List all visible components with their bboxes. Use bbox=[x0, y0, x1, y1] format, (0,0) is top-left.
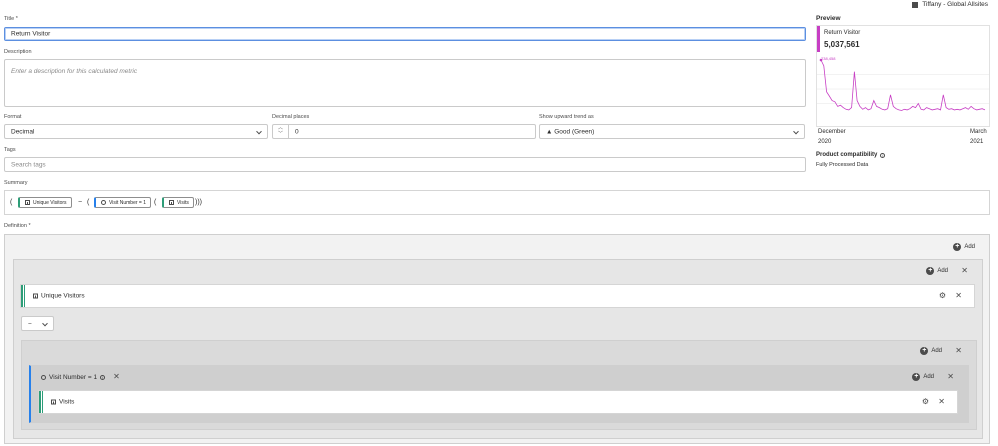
close-icon[interactable]: ✕ bbox=[938, 398, 945, 406]
metric-stripe bbox=[21, 285, 23, 307]
gear-icon[interactable]: ⚙ bbox=[939, 292, 946, 300]
tags-input[interactable]: Search tags bbox=[4, 157, 806, 172]
decimal-places-value: 0 bbox=[295, 128, 299, 135]
description-textarea[interactable]: Enter a description for this calculated … bbox=[4, 59, 806, 107]
segment-icon bbox=[101, 200, 106, 205]
close-icon[interactable]: ✕ bbox=[961, 267, 968, 275]
plus-circle-icon: + bbox=[912, 373, 921, 381]
plus-circle-icon: + bbox=[926, 267, 935, 275]
summary-label: Summary bbox=[4, 180, 28, 186]
info-icon[interactable]: i bbox=[100, 374, 106, 380]
preview-label: Preview bbox=[816, 15, 841, 22]
preview-metric-name: Return Visitor bbox=[824, 30, 861, 36]
preview-series-line bbox=[820, 59, 986, 111]
operator-value: − bbox=[28, 320, 32, 327]
metric-row-unique-visitors[interactable]: Unique Visitors ⚙ ✕ bbox=[20, 284, 975, 308]
summary-chip-unique-visitors[interactable]: Unique Visitors bbox=[18, 197, 72, 208]
preview-peak-label: 238,458 bbox=[821, 56, 836, 61]
metric-row-visits[interactable]: Visits ⚙ ✕ bbox=[38, 390, 958, 414]
summary-chip-visit-number[interactable]: Visit Number = 1 bbox=[94, 197, 152, 208]
product-compat-value: Fully Processed Data bbox=[816, 162, 869, 168]
plus-circle-icon: + bbox=[920, 347, 929, 355]
operator-select[interactable]: − bbox=[21, 316, 54, 331]
x-end-year: 2021 bbox=[970, 139, 984, 145]
add-button[interactable]: + Add bbox=[953, 243, 975, 251]
title-value: Return Visitor bbox=[11, 30, 51, 38]
format-value: Decimal bbox=[11, 128, 35, 135]
org-name: Tiffany - Global Allsites bbox=[922, 1, 988, 8]
gear-icon[interactable]: ⚙ bbox=[922, 398, 929, 406]
x-start-year: 2020 bbox=[818, 139, 832, 145]
decimal-places-label: Decimal places bbox=[272, 114, 310, 120]
plus-circle-icon: + bbox=[953, 243, 962, 251]
format-select[interactable]: Decimal bbox=[4, 124, 268, 139]
segment-icon bbox=[41, 374, 46, 380]
stepper-arrows-icon[interactable]: ︿ ﹀ bbox=[273, 125, 289, 138]
paren-open: ( bbox=[87, 199, 90, 206]
metric-icon bbox=[51, 399, 56, 405]
org-switcher[interactable]: Tiffany - Global Allsites bbox=[912, 1, 988, 8]
trend-select[interactable]: ▲ Good (Green) bbox=[539, 124, 805, 139]
title-label: Title * bbox=[4, 16, 18, 22]
segment-label: Visit Number = 1 i ✕ bbox=[41, 373, 120, 381]
title-input[interactable]: Return Visitor bbox=[4, 27, 806, 41]
chevron-down-icon bbox=[42, 320, 48, 326]
chevron-down-icon bbox=[793, 128, 799, 134]
nested-container-group: + Add ✕ Visit Number = 1 i ✕ + Add ✕ Vis… bbox=[21, 340, 977, 430]
metric-label: Visits bbox=[51, 399, 74, 406]
close-icon[interactable]: ✕ bbox=[955, 292, 962, 300]
chevron-down-icon bbox=[256, 128, 262, 134]
close-icon[interactable]: ✕ bbox=[947, 373, 954, 381]
decimal-places-stepper[interactable]: ︿ ﹀ 0 bbox=[272, 124, 536, 139]
tags-label: Tags bbox=[4, 147, 16, 153]
building-icon bbox=[912, 1, 919, 8]
close-icon[interactable]: ✕ bbox=[955, 347, 962, 355]
info-icon[interactable]: i bbox=[880, 152, 886, 158]
summary-box: ( Unique Visitors − ( Visit Number = 1 (… bbox=[4, 190, 990, 215]
preview-accent-bar bbox=[817, 26, 820, 52]
metric-stripe bbox=[39, 391, 41, 413]
add-button[interactable]: + Add bbox=[926, 267, 948, 275]
definition-label: Definition * bbox=[4, 223, 31, 229]
add-label: Add bbox=[937, 268, 948, 274]
paren-open: ( bbox=[154, 199, 157, 206]
description-placeholder: Enter a description for this calculated … bbox=[11, 68, 138, 75]
trend-value: ▲ Good (Green) bbox=[546, 128, 595, 135]
chip-label: Unique Visitors bbox=[33, 199, 67, 206]
trend-label: Show upward trend as bbox=[539, 114, 594, 120]
metric-stripe bbox=[42, 391, 43, 413]
add-button[interactable]: + Add bbox=[920, 347, 942, 355]
add-label: Add bbox=[931, 348, 942, 354]
preview-metric-value: 5,037,561 bbox=[824, 40, 860, 49]
summary-chip-visits[interactable]: Visits bbox=[162, 197, 194, 208]
metric-icon bbox=[169, 200, 174, 205]
chip-label: Visit Number = 1 bbox=[109, 199, 147, 206]
x-end-month: March bbox=[970, 129, 987, 135]
product-compat-label: Product compatibility i bbox=[816, 152, 886, 158]
preview-chart: 238,458 bbox=[817, 56, 989, 111]
definition-container: + Add + Add ✕ Unique Visitors ⚙ ✕ − + Add bbox=[4, 234, 990, 444]
operator-minus: − bbox=[78, 199, 83, 206]
paren-open: ( bbox=[10, 199, 13, 206]
description-label: Description bbox=[4, 49, 32, 55]
metric-icon bbox=[25, 200, 30, 205]
preview-card: Return Visitor 5,037,561 238,458 bbox=[816, 25, 990, 127]
preview-peak-dot bbox=[819, 58, 823, 62]
metric-icon bbox=[33, 293, 38, 299]
chip-label: Visits bbox=[177, 199, 189, 206]
metric-stripe bbox=[24, 285, 25, 307]
add-label: Add bbox=[964, 244, 975, 250]
format-label: Format bbox=[4, 114, 22, 120]
add-button[interactable]: + Add bbox=[912, 373, 934, 381]
tags-placeholder: Search tags bbox=[11, 161, 46, 168]
metric-label: Unique Visitors bbox=[33, 293, 85, 300]
x-start-month: December bbox=[818, 129, 846, 135]
close-icon[interactable]: ✕ bbox=[113, 373, 120, 381]
container-group: + Add ✕ Unique Visitors ⚙ ✕ − + Add ✕ Vi… bbox=[13, 259, 983, 439]
segment-container: Visit Number = 1 i ✕ + Add ✕ Visits ⚙ ✕ bbox=[29, 365, 969, 423]
paren-close: ))) bbox=[195, 199, 202, 206]
add-label: Add bbox=[923, 374, 934, 380]
